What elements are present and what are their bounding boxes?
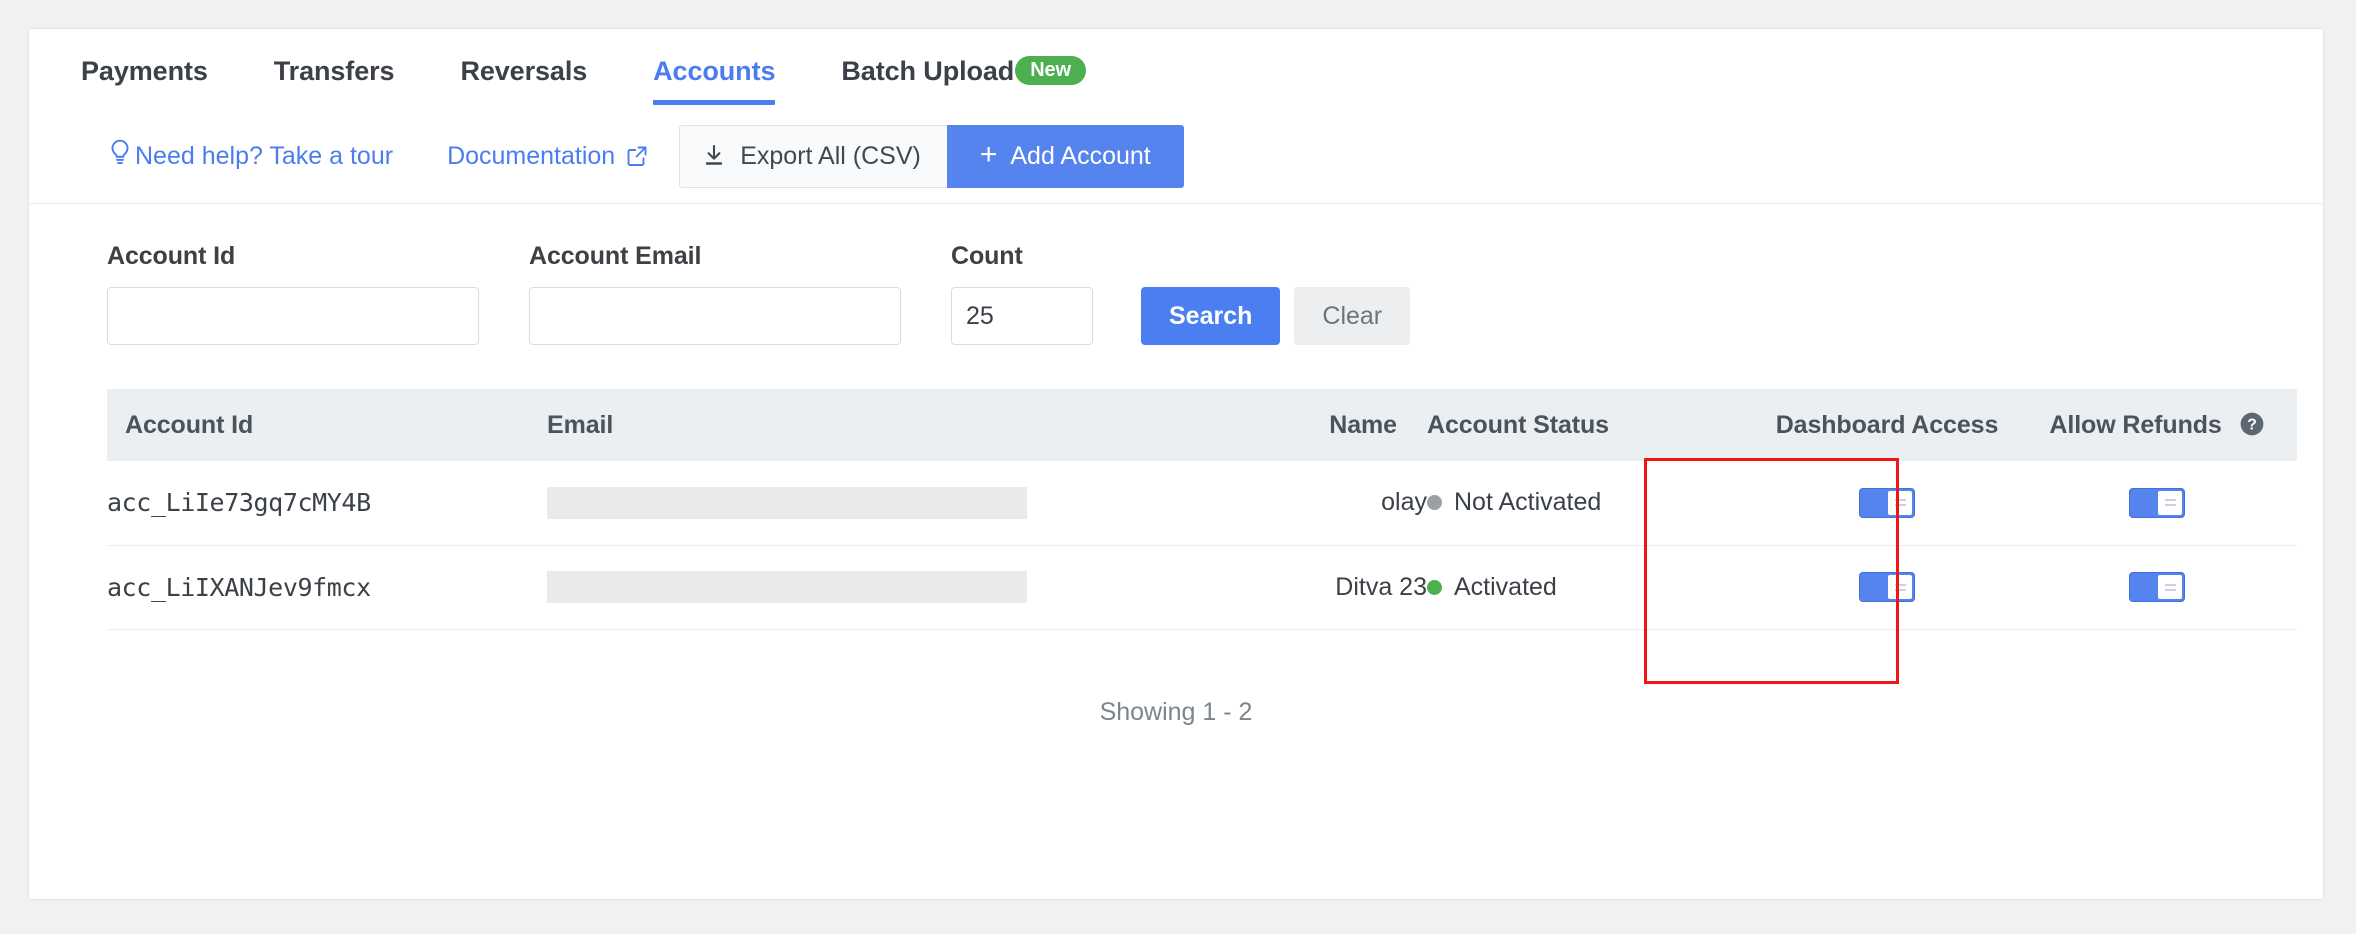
- lightbulb-icon: [107, 138, 133, 175]
- cell-email: [547, 545, 1177, 630]
- cell-account-id: acc_LiIe73gq7cMY4B: [107, 461, 547, 546]
- showing-count-label: Showing 1 - 2: [1099, 697, 1253, 726]
- cell-name: olay: [1177, 461, 1427, 546]
- tab-reversals[interactable]: Reversals: [460, 56, 587, 105]
- table-row: acc_LiIe73gq7cMY4B olay Not Activated: [107, 461, 2297, 546]
- export-all-csv-button[interactable]: Export All (CSV): [679, 124, 948, 188]
- allow-refunds-toggle[interactable]: [2129, 572, 2185, 603]
- accounts-table-wrap: Account Id Email Name Account Status Das…: [29, 345, 2323, 727]
- table-row: acc_LiIXANJev9fmcx Ditva 23 Activated: [107, 545, 2297, 630]
- status-badge: Activated: [1427, 573, 1557, 602]
- cell-account-id: acc_LiIXANJev9fmcx: [107, 545, 547, 630]
- tab-payments-label: Payments: [81, 56, 208, 86]
- status-label: Not Activated: [1454, 488, 1602, 517]
- status-dot-icon: [1427, 495, 1442, 511]
- plus-icon: +: [979, 138, 998, 171]
- accounts-card: Payments Transfers Reversals Accounts Ba…: [28, 28, 2324, 900]
- take-a-tour-link[interactable]: Need help? Take a tour: [107, 138, 393, 175]
- status-label: Activated: [1454, 572, 1557, 601]
- export-all-csv-label: Export All (CSV): [740, 141, 921, 170]
- table-body: acc_LiIe73gq7cMY4B olay Not Activated ac…: [107, 461, 2297, 630]
- table-header-row: Account Id Email Name Account Status Das…: [107, 389, 2297, 461]
- cell-account-status: Activated: [1427, 545, 1757, 630]
- help-circle-icon[interactable]: ?: [2239, 411, 2265, 437]
- tab-reversals-label: Reversals: [460, 56, 588, 86]
- cell-dashboard-access: [1757, 461, 2017, 546]
- tab-transfers[interactable]: Transfers: [274, 56, 395, 105]
- count-input[interactable]: [951, 287, 1093, 345]
- cell-dashboard-access: [1757, 545, 2017, 630]
- tab-batch-upload[interactable]: Batch Upload New: [841, 56, 1087, 105]
- tab-bar: Payments Transfers Reversals Accounts Ba…: [29, 29, 2323, 105]
- header-name: Name: [1177, 389, 1427, 461]
- toggle-knob-icon: [1888, 490, 1912, 515]
- external-link-icon: [625, 144, 649, 168]
- tab-transfers-label: Transfers: [273, 56, 395, 86]
- documentation-label: Documentation: [447, 141, 616, 170]
- table-head: Account Id Email Name Account Status Das…: [107, 389, 2297, 461]
- cell-account-status: Not Activated: [1427, 461, 1757, 546]
- toolbar-button-group: Export All (CSV) + Add Account: [679, 124, 1184, 188]
- count-field-group: Count: [951, 242, 1093, 345]
- account-email-field-group: Account Email: [529, 242, 901, 345]
- allow-refunds-toggle[interactable]: [2129, 487, 2185, 518]
- filter-bar: Account Id Account Email Count Search Cl…: [29, 204, 2323, 345]
- svg-text:?: ?: [2247, 416, 2256, 433]
- take-a-tour-label: Need help? Take a tour: [135, 141, 394, 170]
- status-dot-icon: [1427, 579, 1442, 595]
- dashboard-access-toggle[interactable]: [1859, 572, 1915, 603]
- cell-email: [547, 461, 1177, 546]
- header-dashboard-access: Dashboard Access: [1757, 389, 2017, 461]
- header-allow-refunds-label: Allow Refunds: [2049, 410, 2222, 439]
- cell-allow-refunds: [2017, 545, 2297, 630]
- status-badge: Not Activated: [1427, 488, 1601, 517]
- account-email-input[interactable]: [529, 287, 901, 345]
- new-badge: New: [1015, 56, 1087, 85]
- count-label: Count: [951, 242, 1023, 270]
- toggle-knob-icon: [1888, 575, 1912, 600]
- tab-accounts[interactable]: Accounts: [653, 56, 776, 105]
- email-redaction-bar: [547, 571, 1027, 603]
- tab-accounts-label: Accounts: [653, 56, 776, 86]
- account-id-link[interactable]: acc_LiIe73gq7cMY4B: [107, 488, 371, 517]
- cell-allow-refunds: [2017, 461, 2297, 546]
- accounts-table: Account Id Email Name Account Status Das…: [107, 389, 2297, 630]
- account-id-input[interactable]: [107, 287, 479, 345]
- add-account-button[interactable]: + Add Account: [946, 124, 1184, 188]
- account-id-label: Account Id: [107, 242, 236, 270]
- header-allow-refunds: Allow Refunds ?: [2017, 389, 2297, 461]
- tab-payments[interactable]: Payments: [81, 56, 208, 105]
- dashboard-access-toggle[interactable]: [1859, 487, 1915, 518]
- email-redaction-bar: [547, 486, 1027, 519]
- header-account-status: Account Status: [1427, 389, 1757, 461]
- toggle-knob-icon: [2158, 575, 2182, 600]
- download-icon: [702, 143, 726, 169]
- account-id-field-group: Account Id: [107, 242, 479, 345]
- account-id-link[interactable]: acc_LiIXANJev9fmcx: [107, 573, 371, 602]
- account-email-label: Account Email: [529, 242, 702, 270]
- header-email: Email: [547, 389, 1177, 461]
- toggle-knob-icon: [2158, 490, 2182, 515]
- header-account-id: Account Id: [107, 389, 547, 461]
- cell-name: Ditva 23: [1177, 545, 1427, 630]
- add-account-label: Add Account: [1010, 141, 1151, 170]
- search-button[interactable]: Search: [1141, 287, 1281, 345]
- tab-batch-upload-label: Batch Upload: [841, 56, 1015, 86]
- action-toolbar: Need help? Take a tour Documentation Exp…: [29, 105, 2323, 189]
- documentation-link[interactable]: Documentation: [447, 142, 649, 171]
- page-root: Payments Transfers Reversals Accounts Ba…: [0, 0, 2356, 934]
- clear-button[interactable]: Clear: [1294, 287, 1411, 345]
